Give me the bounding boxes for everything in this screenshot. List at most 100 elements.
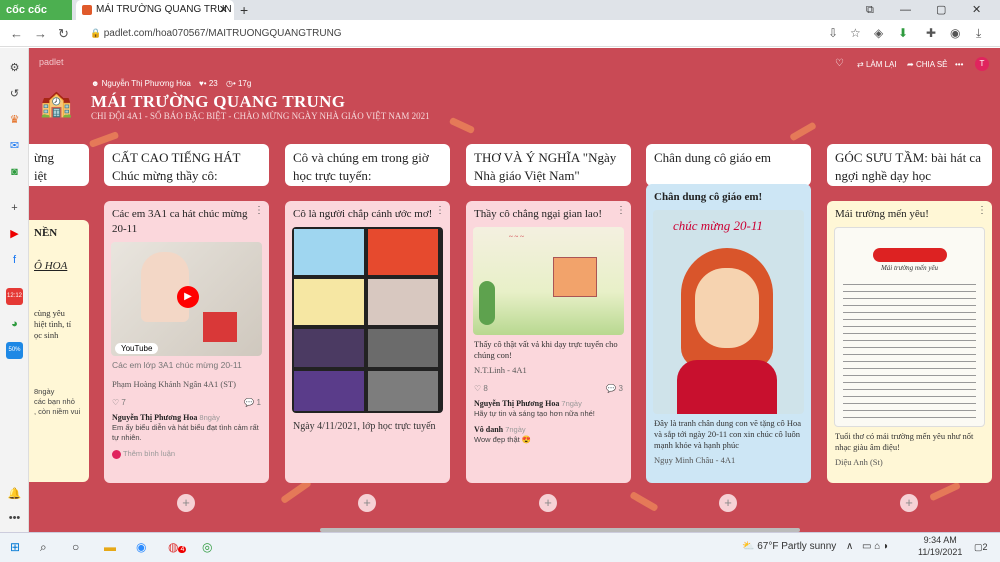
sale-app-icon[interactable]: 50% [6, 342, 23, 359]
reload-icon[interactable]: ↻ [58, 20, 69, 47]
minimize-button[interactable]: — [900, 0, 911, 20]
student-drawing[interactable]: ~ ~ ~ [473, 227, 624, 335]
sidebar-more-icon[interactable]: ••• [6, 510, 23, 527]
school-icon: 🏫 [40, 88, 73, 118]
facebook-icon[interactable]: f [6, 252, 23, 269]
new-tab-button[interactable]: + [240, 0, 248, 20]
download-green-icon[interactable]: ⬇ [898, 20, 908, 47]
comment-button[interactable]: 💬 3 [606, 384, 623, 393]
card-menu-icon[interactable]: ⋮ [977, 205, 987, 216]
card-menu-icon[interactable]: ⋮ [435, 205, 445, 216]
card-menu-icon[interactable]: ⋮ [254, 205, 264, 216]
time-icon: ◷ [225, 79, 233, 88]
game-icon[interactable]: ◙ [6, 164, 23, 181]
history-icon[interactable]: ↺ [6, 86, 23, 103]
column-4-card[interactable]: Chân dung cô giáo em! chúc mừng 20-11 Đâ… [646, 184, 811, 483]
column-4-heading: Chân dung cô giáo em [646, 144, 811, 186]
sheet-music-image[interactable]: Mái trường mến yêu [834, 227, 985, 427]
browser-tab[interactable]: MÁI TRƯỜNG QUANG TRUN ✕ [76, 0, 234, 20]
add-post-button[interactable]: + [177, 494, 195, 512]
windows-start-icon[interactable]: ⊞ [10, 532, 20, 562]
column-1: CẤT CAO TIẾNG HÁT Chúc mừng thầy cô: ⋮ C… [104, 144, 269, 483]
card-author: Diệu Anh (St) [835, 457, 883, 467]
back-icon[interactable]: ← [10, 20, 23, 47]
forward-icon[interactable]: → [34, 20, 47, 47]
crown-icon[interactable]: ♛ [6, 112, 23, 129]
heart-icon[interactable]: ♡ [835, 58, 844, 69]
author-name: Nguyễn Thị Phương Hoa [101, 79, 191, 88]
file-explorer-icon[interactable]: ▬ [104, 532, 116, 562]
teacher-portrait-drawing[interactable]: chúc mừng 20-11 [653, 210, 804, 414]
tray-chevron-icon[interactable]: ∧ [846, 532, 853, 562]
zoom-icon[interactable]: ◉ [136, 532, 146, 562]
like-button[interactable]: ♡ 8 [474, 384, 488, 393]
remake-label: LÀM LẠI [865, 60, 897, 69]
column-5-card[interactable]: ⋮ Mái trường mến yêu! Mái trường mến yêu… [827, 201, 992, 483]
comment: 8ngày các bạn nhỏ , còn niềm vui [29, 381, 89, 417]
youtube-thumbnail[interactable]: ▶ YouTube [111, 242, 262, 356]
add-post-button[interactable]: + [539, 494, 557, 512]
online-class-collage[interactable] [292, 227, 443, 413]
youtube-icon[interactable]: ▶ [6, 226, 23, 243]
coccoc-taskbar-icon[interactable]: ◎ [202, 532, 212, 562]
cast-icon[interactable]: ⧉ [866, 0, 874, 20]
column-2-card[interactable]: ⋮ Cô là người chắp cánh ước mơ! Ngày 4/1… [285, 201, 450, 483]
card-title: Chân dung cô giáo em! [654, 191, 763, 203]
heart-banner [873, 248, 947, 262]
bookmark-star-icon[interactable]: ☆ [850, 20, 861, 47]
browser-brand[interactable]: cốc cốc [0, 0, 72, 20]
add-post-button[interactable]: + [900, 494, 918, 512]
settings-gear-icon[interactable]: ⚙ [6, 60, 23, 77]
more-options-button[interactable]: ••• [955, 60, 963, 69]
profile-icon[interactable]: ◉ [950, 20, 960, 47]
play-icon[interactable]: ▶ [177, 286, 199, 308]
age-text: • 17g [232, 79, 252, 88]
notification-center-icon[interactable]: ▢2 [974, 532, 988, 562]
install-icon[interactable]: ⇩ [828, 20, 838, 47]
share-button[interactable]: ➦ CHIA SẺ [907, 60, 948, 69]
card-meta: 💬4 [29, 363, 89, 381]
like-count: 8 [483, 384, 488, 393]
padlet-canvas: padlet ♡ ⇄ LÀM LẠI ➦ CHIA SẺ ••• T ☻ Ngu… [29, 48, 1000, 532]
close-tab-icon[interactable]: ✕ [219, 0, 228, 20]
task-view-icon[interactable]: ○ [72, 532, 79, 562]
tray-icons[interactable]: ▭ ⌂ ◗ [862, 532, 889, 562]
column-3-heading: THƠ VÀ Ý NGHĨA "Ngày Nhà giáo Việt Nam" [466, 144, 631, 186]
url-bar[interactable]: 🔒 padlet.com/hoa070567/MAITRUONGQUANGTRU… [90, 24, 810, 43]
add-comment-label: Thêm bình luận [122, 449, 176, 458]
column-3-card[interactable]: ⋮ Thầy cô chẳng ngại gian lao! ~ ~ ~ Thấ… [466, 201, 631, 483]
add-comment-field[interactable]: Thêm bình luận [104, 443, 269, 459]
weather-widget[interactable]: ⛅ 67°F Partly sunny [742, 532, 836, 562]
column-4: Chân dung cô giáo em Chân dung cô giáo e… [646, 144, 811, 483]
chat-app-icon[interactable]: ◕ [6, 316, 23, 333]
card-author: Phạm Hoàng Khánh Ngân 4A1 (ST) [112, 379, 236, 389]
url-text: padlet.com/hoa070567/MAITRUONGQUANGTRUNG [103, 28, 342, 39]
padlet-logo[interactable]: padlet [39, 57, 64, 67]
maximize-button[interactable]: ▢ [936, 0, 946, 20]
comment: Vô danh 7ngày Wow đẹp thật 😍 [466, 419, 631, 445]
user-avatar[interactable]: T [975, 57, 989, 71]
notification-bell-icon[interactable]: 🔔 [6, 486, 23, 503]
card-link[interactable]: Ô HOA [29, 253, 89, 274]
app-icon[interactable]: ◍ 4 [168, 532, 187, 562]
downloads-icon[interactable]: ⤓ [976, 20, 981, 47]
like-button[interactable]: ♡ 7 [112, 398, 126, 407]
add-sidebar-icon[interactable]: + [6, 200, 23, 217]
add-post-button[interactable]: + [358, 494, 376, 512]
column-1-card[interactable]: ⋮ Các em 3A1 ca hát chúc mừng 20-11 ▶ Yo… [104, 201, 269, 483]
column-0-card[interactable]: NỀN Ô HOA cùng yêu hiệt tình, tỉ ọc sinh… [29, 220, 89, 482]
lock-icon: 🔒 [90, 28, 104, 38]
clock-app-icon[interactable]: 12:12 [6, 288, 23, 305]
card-menu-icon[interactable]: ⋮ [616, 205, 626, 216]
add-post-button[interactable]: + [719, 494, 737, 512]
commenter-name: Nguyễn Thị Phương Hoa [112, 413, 198, 422]
comment-button[interactable]: 💬 1 [244, 398, 261, 407]
extensions-icon[interactable]: ✚ [926, 20, 936, 47]
clock[interactable]: 9:34 AM 11/19/2021 [918, 534, 962, 558]
messenger-icon[interactable]: ✉ [6, 138, 23, 155]
close-window-button[interactable]: ✕ [972, 0, 981, 20]
remake-button[interactable]: ⇄ LÀM LẠI [857, 60, 897, 69]
search-icon[interactable]: ⌕ [40, 532, 47, 562]
shield-icon[interactable]: ◈ [874, 20, 883, 47]
collage-tile [368, 279, 438, 325]
